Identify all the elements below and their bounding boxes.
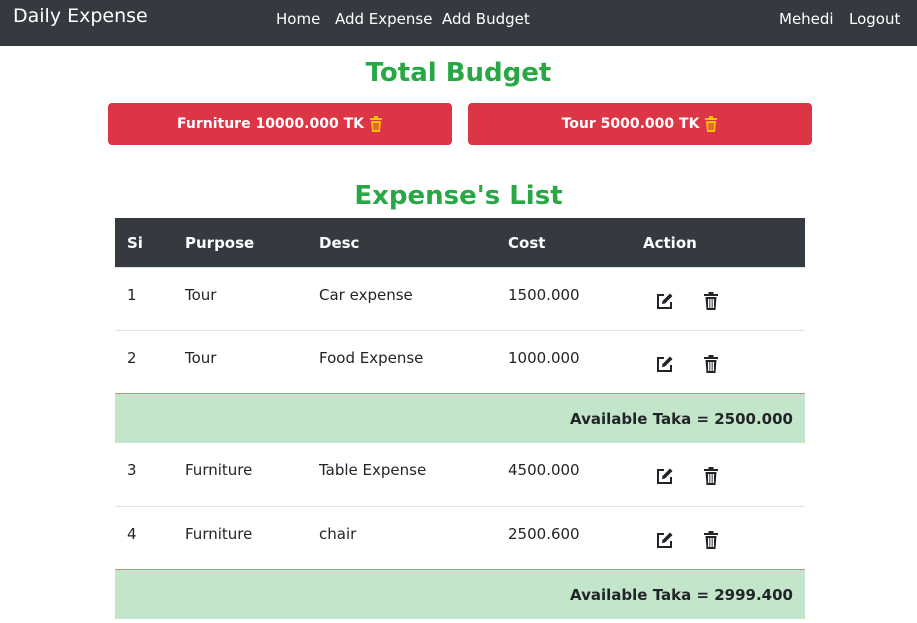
navbar: Daily Expense Home Add Expense Add Budge… — [0, 0, 917, 46]
cell-purpose: Furniture — [185, 461, 253, 479]
edit-icon[interactable] — [655, 466, 675, 486]
table-row: 4 Furniture chair 2500.600 — [115, 506, 805, 569]
budget-button-tour[interactable]: Tour 5000.000 TK — [468, 103, 812, 145]
column-header-si: Si — [127, 234, 143, 252]
cell-cost: 2500.600 — [508, 525, 580, 543]
cell-desc: Table Expense — [319, 461, 427, 479]
nav-user[interactable]: Mehedi — [779, 9, 834, 29]
table-header: Si Purpose Desc Cost Action — [115, 218, 805, 267]
trash-icon[interactable] — [702, 354, 722, 374]
column-header-cost: Cost — [508, 234, 546, 252]
expense-list-title: Expense's List — [354, 181, 563, 211]
table-row: 3 Furniture Table Expense 4500.000 — [115, 443, 805, 506]
cell-purpose: Tour — [185, 286, 217, 304]
cell-purpose: Tour — [185, 349, 217, 367]
cell-desc: chair — [319, 525, 357, 543]
trash-icon[interactable] — [704, 116, 718, 132]
expense-table: Si Purpose Desc Cost Action 1 Tour Car e… — [115, 218, 805, 619]
table-row: 2 Tour Food Expense 1000.000 — [115, 330, 805, 393]
brand-link[interactable]: Daily Expense — [13, 4, 148, 28]
summary-row: Available Taka = 2500.000 — [115, 393, 805, 443]
summary-row: Available Taka = 2999.400 — [115, 569, 805, 619]
trash-icon[interactable] — [702, 466, 722, 486]
cell-desc: Car expense — [319, 286, 413, 304]
budget-button-furniture[interactable]: Furniture 10000.000 TK — [108, 103, 452, 145]
edit-icon[interactable] — [655, 354, 675, 374]
trash-icon[interactable] — [702, 530, 722, 550]
column-header-desc: Desc — [319, 234, 360, 252]
cell-si: 2 — [127, 349, 137, 367]
nav-home[interactable]: Home — [276, 9, 320, 29]
trash-icon[interactable] — [702, 291, 722, 311]
trash-icon[interactable] — [369, 116, 383, 132]
column-header-purpose: Purpose — [185, 234, 255, 252]
cell-cost: 1500.000 — [508, 286, 580, 304]
cell-si: 3 — [127, 461, 137, 479]
budget-label: Tour 5000.000 TK — [561, 116, 700, 132]
cell-purpose: Furniture — [185, 525, 253, 543]
cell-si: 1 — [127, 286, 137, 304]
column-header-action: Action — [643, 234, 697, 252]
cell-cost: 4500.000 — [508, 461, 580, 479]
nav-add-budget[interactable]: Add Budget — [442, 9, 530, 29]
edit-icon[interactable] — [655, 291, 675, 311]
budget-label: Furniture 10000.000 TK — [177, 116, 364, 132]
available-taka: Available Taka = 2500.000 — [570, 410, 793, 428]
edit-icon[interactable] — [655, 530, 675, 550]
cell-desc: Food Expense — [319, 349, 424, 367]
cell-cost: 1000.000 — [508, 349, 580, 367]
cell-si: 4 — [127, 525, 137, 543]
budget-title: Total Budget — [365, 58, 552, 88]
table-row: 1 Tour Car expense 1500.000 — [115, 267, 805, 330]
nav-logout[interactable]: Logout — [849, 9, 900, 29]
nav-add-expense[interactable]: Add Expense — [335, 9, 432, 29]
available-taka: Available Taka = 2999.400 — [570, 586, 793, 604]
